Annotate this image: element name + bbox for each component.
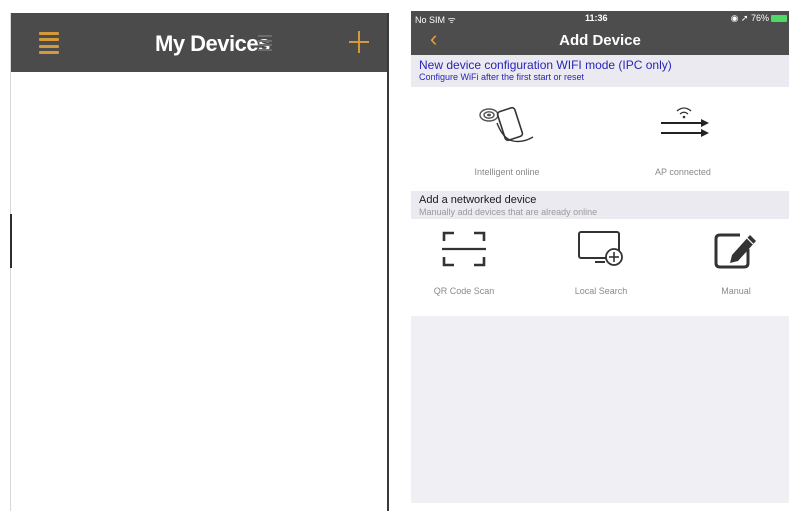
option-label: Manual	[721, 286, 751, 296]
nav-bar: ‹ Add Device	[411, 25, 789, 55]
plus-icon[interactable]	[349, 31, 369, 53]
section-subtitle: Manually add devices that are already on…	[419, 207, 598, 217]
device-list	[11, 72, 387, 511]
monitor-search-icon	[578, 231, 623, 266]
networked-device-section: Add a networked device Manually add devi…	[411, 191, 789, 316]
edit-pencil-icon	[714, 233, 756, 269]
qr-code-scan-option[interactable]: QR Code Scan	[419, 229, 509, 309]
battery-icon	[771, 15, 787, 22]
option-label: Local Search	[574, 286, 628, 296]
option-label: AP connected	[655, 167, 711, 177]
phone-wave-icon	[479, 106, 534, 143]
ap-connected-option[interactable]: AP connected	[623, 101, 743, 181]
qr-scan-icon	[442, 231, 486, 267]
status-bar: No SIM ᯤ 11:36 ◉ ➚ 76%	[411, 11, 789, 25]
manual-add-option[interactable]: Manual	[696, 229, 776, 309]
section-title: Add a networked device	[419, 194, 537, 206]
intelligent-online-option[interactable]: Intelligent online	[445, 101, 569, 181]
section-header: New device configuration WIFI mode (IPC …	[411, 55, 789, 87]
local-search-option[interactable]: Local Search	[553, 229, 649, 309]
wifi-config-section: New device configuration WIFI mode (IPC …	[411, 55, 789, 191]
hamburger-menu-icon[interactable]	[39, 32, 59, 54]
my-devices-header: My Devices	[11, 13, 387, 72]
section-title: New device configuration WIFI mode (IPC …	[419, 58, 672, 72]
my-devices-screen: My Devices	[10, 13, 389, 511]
option-label: QR Code Scan	[433, 286, 495, 296]
screen-edge-mark	[10, 214, 12, 268]
wifi-transfer-icon	[661, 107, 709, 137]
option-label: Intelligent online	[474, 167, 540, 177]
section-subtitle: Configure WiFi after the first start or …	[419, 72, 585, 82]
page-title: My Devices	[155, 31, 270, 56]
list-icon[interactable]	[258, 35, 272, 51]
status-indicators: ◉ ➚ 76%	[730, 13, 769, 23]
section-header: Add a networked device Manually add devi…	[411, 191, 789, 219]
add-device-screen: No SIM ᯤ 11:36 ◉ ➚ 76% ‹ Add Device New …	[411, 11, 789, 503]
status-time: 11:36	[585, 13, 608, 23]
page-title: Add Device	[559, 32, 641, 49]
